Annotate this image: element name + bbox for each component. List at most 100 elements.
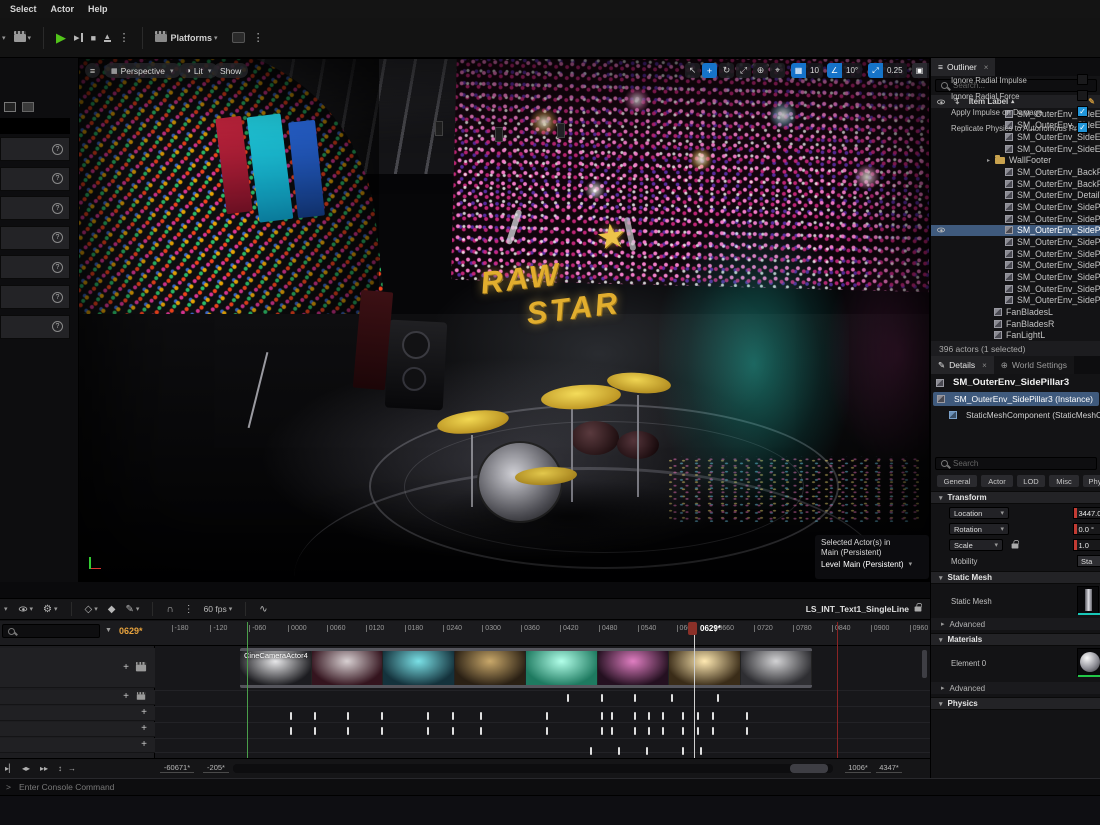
- outliner-item[interactable]: SM_OuterEnv_SideE: [931, 131, 1100, 143]
- sequencer-track-row[interactable]: +: [0, 706, 155, 721]
- details-category-actor[interactable]: Actor: [981, 475, 1013, 487]
- outliner-item[interactable]: SM_OuterEnv_SidePil: [931, 259, 1100, 271]
- location-dropdown[interactable]: Location▾: [949, 507, 1009, 519]
- scrollbar-handle[interactable]: [790, 764, 828, 773]
- scale-snap-control[interactable]: ⤢ 0.25: [868, 63, 907, 78]
- perspective-dropdown[interactable]: ▦ Perspective▾: [104, 63, 181, 78]
- keyframe[interactable]: [381, 727, 383, 735]
- close-icon[interactable]: ×: [984, 63, 989, 72]
- keyframe[interactable]: [662, 712, 664, 720]
- outliner-item[interactable]: SM_OuterEnv_SidePil: [931, 225, 1100, 237]
- view-options-icon[interactable]: ▾: [18, 605, 34, 613]
- left-panel-row[interactable]: ?: [0, 167, 70, 191]
- visibility-column-icon[interactable]: [937, 99, 945, 104]
- keyframe[interactable]: [347, 727, 349, 735]
- details-category-lod[interactable]: LOD: [1017, 475, 1045, 487]
- advanced-expander[interactable]: ▸Advanced: [931, 618, 1100, 630]
- level-viewport[interactable]: ★ RAW STAR ≡ ▦ Perspective▾ ◑ Lit▾ Show: [78, 58, 930, 582]
- keyframe[interactable]: [682, 712, 684, 720]
- physics-checkbox[interactable]: [1077, 74, 1088, 85]
- tab-outliner[interactable]: ≡ Outliner ×: [931, 58, 995, 76]
- keyframe[interactable]: [546, 712, 548, 720]
- outliner-item[interactable]: FanBladesL: [931, 306, 1100, 318]
- scale-dropdown[interactable]: Scale▾: [949, 539, 1003, 551]
- expand-range-icon[interactable]: ↕: [58, 764, 62, 773]
- camera-preset-icon[interactable]: [22, 102, 34, 112]
- section-materials[interactable]: ▾Materials: [931, 633, 1100, 646]
- view-range-start-field[interactable]: -205*: [203, 763, 229, 773]
- keyframe[interactable]: [618, 747, 620, 755]
- viewport-options-icon[interactable]: ≡: [85, 63, 100, 78]
- details-category-misc[interactable]: Misc: [1049, 475, 1079, 487]
- playhead-line[interactable]: [694, 622, 695, 758]
- stop-button[interactable]: ■: [91, 33, 96, 43]
- keyframe-options-icon[interactable]: ◇▾: [85, 604, 98, 615]
- view-range-end-field[interactable]: 1006*: [845, 763, 871, 773]
- scale-lock-icon[interactable]: [1011, 541, 1019, 551]
- eject-button[interactable]: ▴: [104, 33, 111, 42]
- keyframe[interactable]: [290, 727, 292, 735]
- location-x-field[interactable]: 3447.0: [1073, 507, 1100, 519]
- sequencer-search-input[interactable]: [2, 624, 100, 638]
- keyframe[interactable]: [717, 694, 719, 702]
- scale-x-field[interactable]: 1.0: [1073, 539, 1100, 551]
- playback-end-line[interactable]: [837, 622, 838, 758]
- details-category-phy[interactable]: Phy: [1083, 475, 1100, 487]
- camera-speed-control[interactable]: ▣ 4: [912, 63, 930, 78]
- keyframe[interactable]: [314, 727, 316, 735]
- keyframe[interactable]: [381, 712, 383, 720]
- menu-item-select[interactable]: Select: [10, 4, 37, 14]
- close-icon[interactable]: ×: [982, 361, 987, 370]
- timeline-hscrollbar[interactable]: [233, 764, 833, 773]
- keyframe[interactable]: [590, 747, 592, 755]
- rotation-snap-control[interactable]: ∠ 10°: [827, 63, 862, 78]
- snap-kebab-icon[interactable]: ⋮: [184, 604, 194, 615]
- keyframe[interactable]: [546, 727, 548, 735]
- section-transform[interactable]: ▾Transform: [931, 491, 1100, 504]
- outliner-item[interactable]: SM_OuterEnv_SidePil: [931, 271, 1100, 283]
- filter-icon[interactable]: ▼: [105, 627, 112, 634]
- keyframe[interactable]: [682, 747, 684, 755]
- project-settings-icon[interactable]: [232, 32, 245, 43]
- expander-icon[interactable]: ▸: [987, 157, 993, 164]
- keyframe[interactable]: [452, 727, 454, 735]
- keyframe[interactable]: [567, 694, 569, 702]
- left-panel-row[interactable]: ?: [0, 226, 70, 250]
- keyframe[interactable]: [347, 712, 349, 720]
- camera-track-icon[interactable]: [136, 664, 146, 671]
- details-search-input[interactable]: Search: [935, 457, 1097, 470]
- keyframe[interactable]: [634, 694, 636, 702]
- camera-cuts-track-row[interactable]: +: [0, 648, 155, 688]
- keyframe[interactable]: [662, 727, 664, 735]
- outliner-item[interactable]: FanBladesR: [931, 318, 1100, 330]
- platforms-button[interactable]: Platforms ▾: [155, 33, 218, 43]
- section-static-mesh[interactable]: ▾Static Mesh: [931, 571, 1100, 584]
- menu-item-help[interactable]: Help: [88, 4, 108, 14]
- keyframe[interactable]: [601, 694, 603, 702]
- section-physics[interactable]: ▾Physics: [931, 697, 1100, 710]
- step-back-icon[interactable]: ▸▏: [5, 764, 15, 773]
- keyframe[interactable]: [427, 712, 429, 720]
- cinematics-button[interactable]: ▾: [14, 34, 32, 42]
- sequencer-track-row[interactable]: +: [0, 690, 155, 705]
- mobility-static-button[interactable]: Sta: [1077, 555, 1100, 567]
- physics-checkbox[interactable]: [1077, 90, 1088, 101]
- chevron-down-icon[interactable]: ▾: [0, 34, 6, 42]
- actions-icon[interactable]: ⚙▾: [43, 604, 57, 615]
- tab-world-settings[interactable]: ⊕ World Settings: [994, 356, 1074, 374]
- curve-editor-icon[interactable]: ∿: [259, 604, 267, 615]
- keyframe[interactable]: [682, 727, 684, 735]
- move-tool-icon[interactable]: +: [702, 63, 717, 78]
- outliner-item[interactable]: SM_OuterEnv_SidePil: [931, 213, 1100, 225]
- left-panel-row[interactable]: ?: [0, 196, 70, 220]
- fps-dropdown[interactable]: 60 fps▾: [204, 604, 233, 614]
- step-forward-button[interactable]: ▸: [74, 31, 83, 44]
- chevron-down-icon[interactable]: ▾: [2, 605, 8, 613]
- outliner-item[interactable]: SM_OuterEnv_SideE: [931, 143, 1100, 155]
- timeline-vscrollbar[interactable]: [922, 650, 927, 678]
- outliner-item[interactable]: FanLightL: [931, 329, 1100, 341]
- keyframe[interactable]: [601, 727, 603, 735]
- outliner-item[interactable]: SM_OuterEnv_SidePil: [931, 294, 1100, 306]
- details-instance-row[interactable]: SM_OuterEnv_SidePillar3 (Instance): [933, 392, 1099, 406]
- keyframe[interactable]: [634, 712, 636, 720]
